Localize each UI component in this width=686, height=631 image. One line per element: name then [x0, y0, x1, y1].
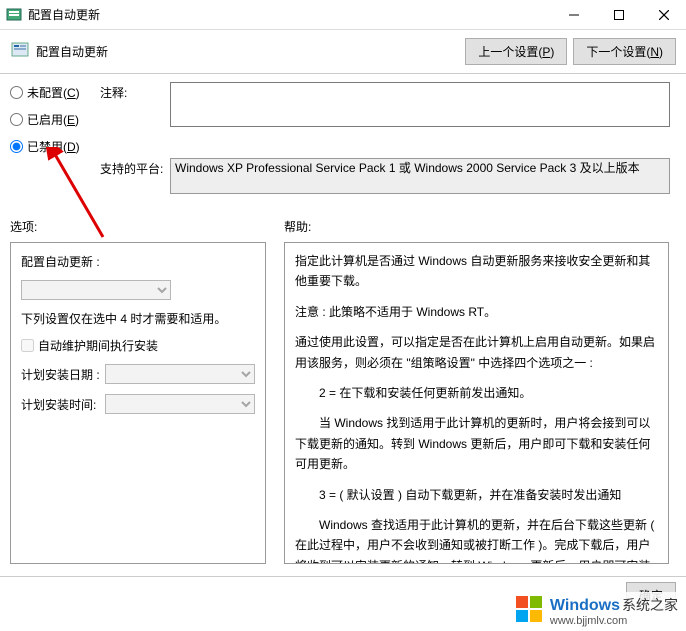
help-paragraph: 当 Windows 找到适用于此计算机的更新时，用户将会接到可以下载更新的通知。…: [295, 413, 658, 474]
maintenance-checkbox-label: 自动维护期间执行安装: [38, 337, 158, 354]
help-paragraph: 3 = ( 默认设置 ) 自动下载更新，并在准备安装时发出通知: [295, 485, 658, 505]
maintenance-checkbox[interactable]: [21, 339, 34, 352]
watermark-brand: Windows: [550, 597, 620, 614]
window-title: 配置自动更新: [28, 6, 551, 23]
radio-not-configured-input[interactable]: [10, 86, 23, 99]
radio-disabled-input[interactable]: [10, 140, 23, 153]
watermark-url: www.bjjmlv.com: [550, 615, 678, 627]
options-heading: 选项:: [10, 218, 37, 235]
configure-update-select[interactable]: [21, 280, 171, 300]
prev-setting-button[interactable]: 上一个设置(P): [465, 38, 567, 65]
policy-title: 配置自动更新: [36, 43, 108, 60]
options-note: 下列设置仅在选中 4 时才需要和适用。: [21, 310, 226, 327]
schedule-day-label: 计划安装日期 :: [21, 366, 105, 383]
next-setting-button[interactable]: 下一个设置(N): [573, 38, 676, 65]
minimize-button[interactable]: [551, 0, 596, 29]
schedule-time-label: 计划安装时间:: [21, 396, 105, 413]
radio-enabled-input[interactable]: [10, 113, 23, 126]
help-paragraph: 注意 : 此策略不适用于 Windows RT。: [295, 302, 658, 322]
windows-logo-icon: [514, 594, 544, 627]
platform-label: 支持的平台:: [100, 160, 163, 177]
app-icon: [6, 7, 22, 23]
close-button[interactable]: [641, 0, 686, 29]
schedule-day-select[interactable]: [105, 364, 255, 384]
comment-input[interactable]: [170, 82, 670, 127]
options-panel: 配置自动更新 : 下列设置仅在选中 4 时才需要和适用。 自动维护期间执行安装 …: [10, 242, 266, 564]
state-radio-group: 未配置(C) 已启用(E) 已禁用(D): [10, 84, 80, 165]
comment-label: 注释:: [100, 84, 127, 101]
help-heading: 帮助:: [284, 218, 311, 235]
radio-not-configured[interactable]: 未配置(C): [10, 84, 80, 101]
policy-icon: [10, 40, 30, 63]
maximize-button[interactable]: [596, 0, 641, 29]
radio-enabled[interactable]: 已启用(E): [10, 111, 80, 128]
help-paragraph: Windows 查找适用于此计算机的更新，并在后台下载这些更新 ( 在此过程中，…: [295, 515, 658, 564]
watermark-suffix: 系统之家: [622, 597, 678, 613]
radio-disabled[interactable]: 已禁用(D): [10, 138, 80, 155]
watermark: Windows系统之家 www.bjjmlv.com: [510, 592, 682, 629]
platform-value: Windows XP Professional Service Pack 1 或…: [170, 158, 670, 194]
help-paragraph: 通过使用此设置，可以指定是否在此计算机上启用自动更新。如果启用该服务，则必须在 …: [295, 332, 658, 373]
configure-update-label: 配置自动更新 :: [21, 253, 100, 270]
schedule-time-select[interactable]: [105, 394, 255, 414]
help-paragraph: 指定此计算机是否通过 Windows 自动更新服务来接收安全更新和其他重要下载。: [295, 251, 658, 292]
help-panel[interactable]: 指定此计算机是否通过 Windows 自动更新服务来接收安全更新和其他重要下载。…: [284, 242, 669, 564]
help-paragraph: 2 = 在下载和安装任何更新前发出通知。: [295, 383, 658, 403]
